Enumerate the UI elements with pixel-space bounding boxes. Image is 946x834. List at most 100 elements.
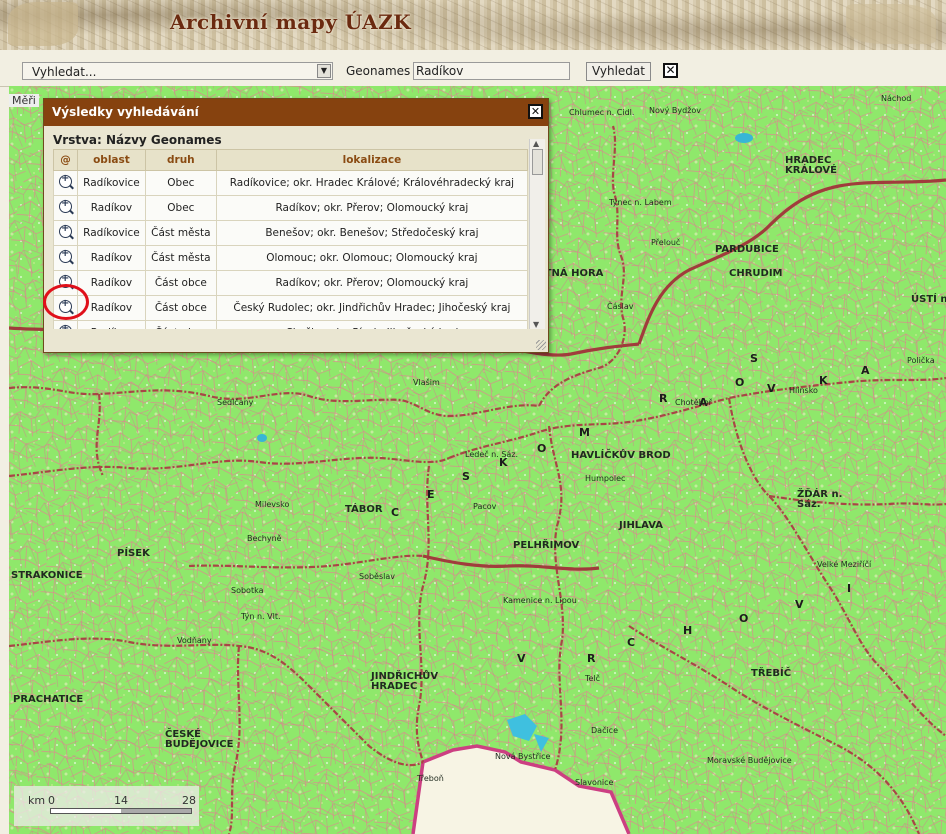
- cell-lokalizace: Radíkov; okr. Přerov; Olomoucký kraj: [215, 195, 528, 221]
- cell-druh: Obec: [144, 170, 217, 196]
- results-table-container: @ oblast druh lokalizace Radíkovice Obec…: [53, 149, 528, 329]
- cell-druh: Část obce: [144, 270, 217, 296]
- cell-oblast: Radíkovice: [77, 220, 146, 246]
- cell-lokalizace: Radíkovice; okr. Hradec Králové; Králové…: [215, 170, 528, 196]
- town-label: JIHLAVA: [619, 520, 664, 531]
- town-label: Soběslav: [359, 572, 395, 581]
- town-label: Chlumec n. Cidl.: [569, 108, 635, 117]
- town-label: PÍSEK: [117, 548, 150, 559]
- region-letter: C: [627, 636, 636, 649]
- town-label: CHRUDIM: [729, 268, 783, 279]
- chevron-down-icon[interactable]: ▼: [317, 64, 331, 78]
- region-letter: I: [847, 582, 852, 595]
- cell-oblast: Radíkovice: [77, 170, 146, 196]
- town-label: Týnec n. Labem: [609, 198, 672, 207]
- town-label: STRAKONICE: [11, 570, 83, 581]
- town-label: Nová Bystřice: [495, 752, 551, 761]
- table-row: Radíkovice Obec Radíkovice; okr. Hradec …: [53, 170, 528, 196]
- town-label: Velké Meziříčí: [817, 560, 872, 569]
- cell-lokalizace: Chyšky; okr. Písek; Jihočeský kraj: [215, 320, 528, 329]
- town-label: Sedlčany: [217, 398, 254, 407]
- town-label: Vodňany: [177, 636, 212, 645]
- town-label: PELHŘIMOV: [513, 540, 580, 551]
- column-header[interactable]: lokalizace: [215, 149, 528, 171]
- town-label: PRACHATICE: [13, 694, 84, 705]
- town-label: HAVLÍČKŮV BROD: [571, 450, 671, 461]
- town-label: Náchod: [881, 94, 912, 103]
- geonames-label: Geonames: [346, 64, 411, 78]
- scrollbar-thumb[interactable]: [532, 149, 543, 175]
- cell-druh: Část města: [144, 220, 217, 246]
- cell-lokalizace: Radíkov; okr. Přerov; Olomoucký kraj: [215, 270, 528, 296]
- town-label: ŽĎÁR n. Sáz.: [797, 489, 843, 510]
- cell-druh: Část obce: [144, 295, 217, 321]
- search-type-select[interactable]: Vyhledat... ▼: [22, 62, 333, 80]
- dialog-titlebar[interactable]: Výsledky vyhledávání ✕: [44, 99, 548, 126]
- column-header[interactable]: @: [53, 149, 78, 171]
- dialog-title: Výsledky vyhledávání: [52, 105, 199, 119]
- region-letter: O: [537, 442, 547, 455]
- scroll-up-icon[interactable]: ▲: [533, 139, 539, 148]
- app-header: Archivní mapy ÚAZK: [0, 0, 946, 50]
- town-label: Kamenice n. Lipou: [503, 596, 577, 605]
- town-label: TŘEBÍČ: [751, 668, 792, 679]
- search-results-dialog: Výsledky vyhledávání ✕ Vrstva: Názvy Geo…: [43, 98, 549, 353]
- scale-tick: 28: [182, 794, 196, 807]
- table-row: Radíkov Obec Radíkov; okr. Přerov; Olomo…: [53, 195, 528, 221]
- scale-toggle[interactable]: Měři: [9, 94, 39, 107]
- town-label: Přelouč: [651, 238, 681, 247]
- town-label: JINDŘICHŮV HRADEC: [371, 671, 439, 692]
- results-scrollbar[interactable]: ▲ ▼: [529, 139, 545, 329]
- table-row: Radíkov Část obce Chyšky; okr. Písek; Ji…: [53, 320, 528, 329]
- region-letter: V: [795, 598, 804, 611]
- cell-druh: Část obce: [144, 320, 217, 329]
- town-label: Polička: [907, 356, 935, 365]
- search-select-value: Vyhledat...: [32, 65, 97, 79]
- town-label: Slavonice: [575, 778, 614, 787]
- column-header[interactable]: oblast: [77, 149, 146, 171]
- scale-tick: 0: [48, 794, 55, 807]
- town-label: Týn n. Vlt.: [241, 612, 281, 621]
- scroll-down-icon[interactable]: ▼: [533, 320, 539, 329]
- cell-druh: Obec: [144, 195, 217, 221]
- town-label: Chotěboř: [675, 398, 712, 407]
- town-label: Ledeč n. Sáz.: [465, 450, 519, 459]
- zoom-in-icon[interactable]: [59, 198, 72, 213]
- town-label: Pacov: [473, 502, 497, 511]
- zoom-in-icon[interactable]: [59, 173, 72, 188]
- cell-oblast: Radíkov: [77, 320, 146, 329]
- cell-oblast: Radíkov: [77, 245, 146, 271]
- table-header-row: @ oblast druh lokalizace: [53, 149, 528, 171]
- close-icon[interactable]: ✕: [528, 104, 543, 119]
- layer-label: Vrstva: Názvy Geonames: [53, 133, 222, 147]
- town-label: Čáslav: [607, 302, 634, 311]
- scale-bar-graphic: [50, 808, 192, 814]
- region-letter: M: [579, 426, 590, 439]
- region-letter: A: [861, 364, 870, 377]
- town-label: PARDUBICE: [715, 244, 779, 255]
- region-letter: S: [462, 470, 470, 483]
- search-button[interactable]: Vyhledat: [586, 62, 651, 81]
- scale-unit: km: [28, 794, 46, 807]
- resize-handle-icon[interactable]: [536, 340, 546, 350]
- region-letter: R: [587, 652, 596, 665]
- region-letter: R: [659, 392, 668, 405]
- zoom-in-icon[interactable]: [59, 248, 72, 263]
- cell-oblast: Radíkov: [77, 270, 146, 296]
- town-label: ÚSTÍ n.: [911, 294, 946, 305]
- zoom-in-icon[interactable]: [59, 223, 72, 238]
- town-label: Nový Bydžov: [649, 106, 702, 115]
- column-header[interactable]: druh: [144, 149, 217, 171]
- close-icon[interactable]: ✕: [663, 63, 678, 78]
- region-letter: O: [739, 612, 749, 625]
- town-label: ČESKÉ BUDĚJOVICE: [165, 729, 234, 750]
- town-label: Třeboň: [417, 774, 444, 783]
- zoom-in-icon[interactable]: [59, 323, 72, 329]
- cell-lokalizace: Benešov; okr. Benešov; Středočeský kraj: [215, 220, 528, 246]
- scale-tick: 14: [114, 794, 128, 807]
- app-title: Archivní mapy ÚAZK: [170, 10, 412, 34]
- geonames-search-input[interactable]: Radíkov: [413, 62, 570, 80]
- region-letter: S: [750, 352, 758, 365]
- results-table: @ oblast druh lokalizace Radíkovice Obec…: [53, 149, 528, 329]
- region-letter: H: [683, 624, 693, 637]
